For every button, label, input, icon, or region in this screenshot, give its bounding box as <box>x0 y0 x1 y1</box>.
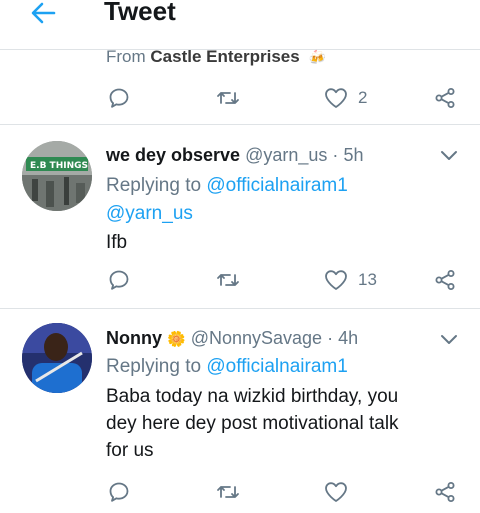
retweet-button[interactable] <box>216 478 240 506</box>
mention-link[interactable]: @yarn_us <box>106 203 193 224</box>
share-button[interactable] <box>434 84 456 112</box>
user-handle[interactable]: @NonnySavage <box>191 328 322 348</box>
reply-icon <box>109 88 129 108</box>
replying-to: Replying to @officialnairam1 <box>106 356 348 378</box>
heart-icon <box>325 482 347 502</box>
retweet-icon <box>217 486 239 498</box>
reply-button[interactable] <box>108 84 130 112</box>
timestamp[interactable]: 4h <box>338 328 358 348</box>
avatar[interactable]: E.B THINGS <box>22 141 92 211</box>
separator-dot: · <box>327 328 334 348</box>
share-icon <box>435 270 455 290</box>
avatar-image: E.B THINGS <box>22 141 92 211</box>
user-handle[interactable]: @yarn_us <box>245 145 327 165</box>
tweet-divider <box>0 308 480 309</box>
avatar-sign-text: E.B THINGS <box>30 161 88 171</box>
app-header: Tweet <box>0 0 480 30</box>
tweet-text-line: Baba today na wizkid birthday, you <box>106 386 399 407</box>
display-name[interactable]: we dey observe <box>106 145 240 165</box>
replying-to-continued: @yarn_us <box>106 203 193 225</box>
source-line: From Castle Enterprises 🍻 <box>106 47 326 67</box>
mention-link[interactable]: @officialnairam1 <box>206 356 347 377</box>
avatar-image <box>22 323 92 393</box>
share-icon <box>435 88 455 108</box>
replying-label: Replying to <box>106 175 202 196</box>
separator-dot: · <box>332 145 339 165</box>
mention-link[interactable]: @officialnairam1 <box>206 175 347 196</box>
reply-button[interactable] <box>108 266 130 294</box>
share-icon <box>435 482 455 502</box>
retweet-icon <box>217 92 239 104</box>
retweet-button[interactable] <box>216 266 240 294</box>
heart-icon <box>325 88 347 108</box>
share-button[interactable] <box>434 266 456 294</box>
tweet-text: Baba today na wizkid birthday, you dey h… <box>106 383 399 464</box>
share-button[interactable] <box>434 478 456 506</box>
tweet-text-line: Ifb <box>106 232 128 253</box>
like-count: 2 <box>358 88 368 107</box>
like-button[interactable] <box>324 478 348 506</box>
avatar[interactable] <box>22 323 92 393</box>
arrow-left-icon[interactable] <box>30 2 56 24</box>
tweet-text-line: for us <box>106 440 154 461</box>
chevron-down-icon[interactable] <box>440 150 458 162</box>
source-name[interactable]: Castle Enterprises <box>150 47 299 66</box>
like-count: 13 <box>358 270 377 289</box>
tweet-actions <box>0 478 480 508</box>
retweet-icon <box>217 274 239 286</box>
timestamp[interactable]: 5h <box>343 145 363 165</box>
page-title: Tweet <box>104 0 176 26</box>
heart-icon <box>325 270 347 290</box>
like-button[interactable]: 2 <box>324 84 367 112</box>
tweet-divider <box>0 124 480 125</box>
reply-icon <box>109 270 129 290</box>
source-label: From <box>106 47 146 66</box>
flower-emoji-icon: 🌼 <box>167 331 186 348</box>
tweet-actions: 13 <box>0 266 480 296</box>
retweet-button[interactable] <box>216 84 240 112</box>
tweet-actions: 2 <box>0 84 480 114</box>
tweet-header: Nonny 🌼 @NonnySavage · 4h <box>106 328 358 349</box>
tweet-text-line: dey here dey post motivational talk <box>106 413 399 434</box>
reply-button[interactable] <box>108 478 130 506</box>
tweet-header: we dey observe @yarn_us · 5h <box>106 145 363 166</box>
replying-to: Replying to @officialnairam1 <box>106 175 348 197</box>
display-name[interactable]: Nonny <box>106 328 162 348</box>
tweet-text: Ifb <box>106 229 127 256</box>
reply-icon <box>109 482 129 502</box>
beer-emoji-icon: 🍻 <box>308 49 326 66</box>
replying-label: Replying to <box>106 356 202 377</box>
chevron-down-icon[interactable] <box>440 334 458 346</box>
like-button[interactable]: 13 <box>324 266 377 294</box>
